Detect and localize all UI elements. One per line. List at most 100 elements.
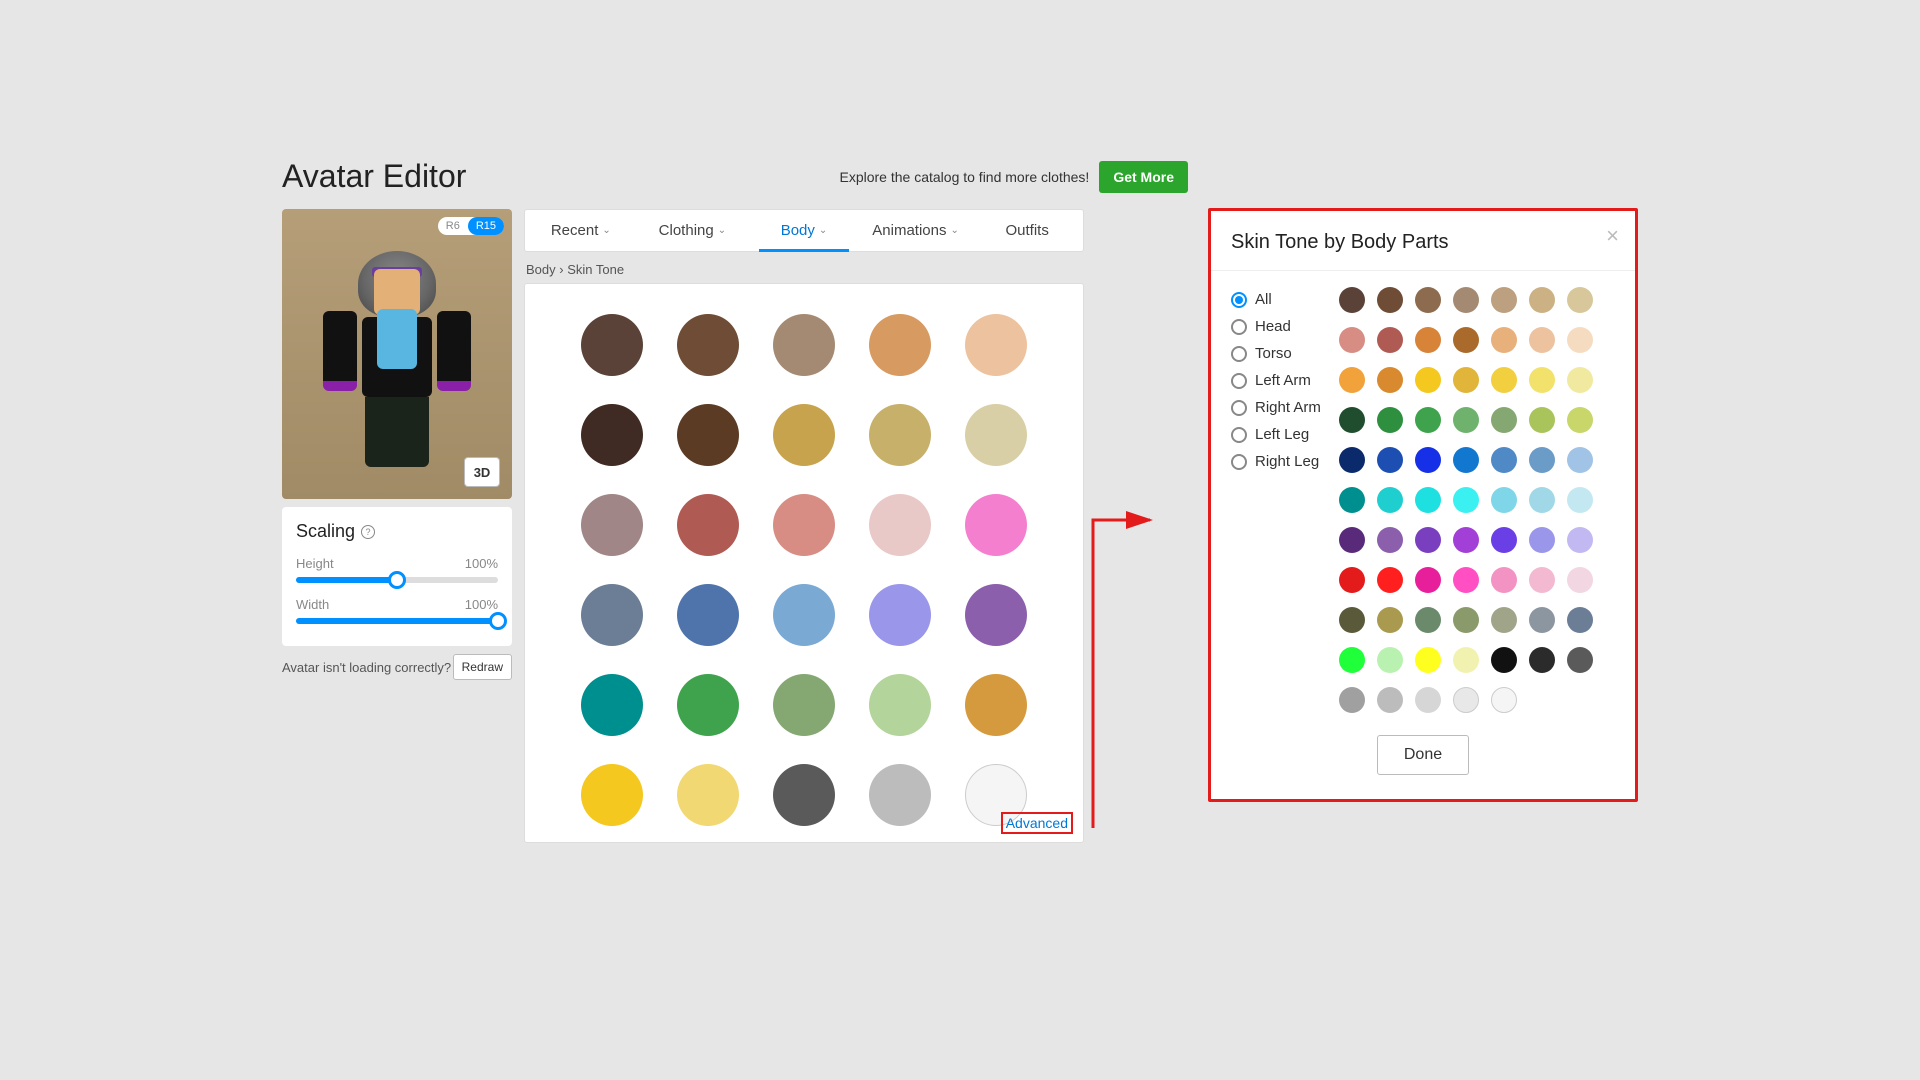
advanced-skin-tone-swatch[interactable] <box>1491 647 1517 673</box>
skin-tone-swatch[interactable] <box>773 674 835 736</box>
advanced-skin-tone-swatch[interactable] <box>1339 447 1365 473</box>
advanced-skin-tone-swatch[interactable] <box>1415 327 1441 353</box>
body-part-radio-right-arm[interactable]: Right Arm <box>1231 399 1321 416</box>
advanced-skin-tone-swatch[interactable] <box>1339 287 1365 313</box>
skin-tone-swatch[interactable] <box>581 764 643 826</box>
advanced-skin-tone-swatch[interactable] <box>1491 687 1517 713</box>
skin-tone-swatch[interactable] <box>965 674 1027 736</box>
advanced-skin-tone-swatch[interactable] <box>1339 327 1365 353</box>
skin-tone-swatch[interactable] <box>581 674 643 736</box>
skin-tone-swatch[interactable] <box>965 494 1027 556</box>
advanced-skin-tone-swatch[interactable] <box>1453 607 1479 633</box>
redraw-button[interactable]: Redraw <box>453 654 512 680</box>
skin-tone-swatch[interactable] <box>773 494 835 556</box>
height-slider-thumb[interactable] <box>388 571 406 589</box>
advanced-skin-tone-swatch[interactable] <box>1453 327 1479 353</box>
advanced-skin-tone-swatch[interactable] <box>1339 607 1365 633</box>
advanced-skin-tone-swatch[interactable] <box>1491 407 1517 433</box>
advanced-skin-tone-swatch[interactable] <box>1453 367 1479 393</box>
skin-tone-swatch[interactable] <box>965 404 1027 466</box>
skin-tone-swatch[interactable] <box>677 674 739 736</box>
advanced-skin-tone-swatch[interactable] <box>1377 287 1403 313</box>
advanced-skin-tone-swatch[interactable] <box>1339 647 1365 673</box>
advanced-skin-tone-swatch[interactable] <box>1415 607 1441 633</box>
done-button[interactable]: Done <box>1377 735 1469 775</box>
advanced-skin-tone-swatch[interactable] <box>1567 367 1593 393</box>
body-part-radio-left-arm[interactable]: Left Arm <box>1231 372 1321 389</box>
advanced-skin-tone-swatch[interactable] <box>1529 407 1555 433</box>
advanced-skin-tone-swatch[interactable] <box>1529 287 1555 313</box>
advanced-skin-tone-swatch[interactable] <box>1567 647 1593 673</box>
skin-tone-swatch[interactable] <box>581 314 643 376</box>
skin-tone-swatch[interactable] <box>965 314 1027 376</box>
advanced-skin-tone-swatch[interactable] <box>1415 287 1441 313</box>
advanced-skin-tone-swatch[interactable] <box>1339 487 1365 513</box>
skin-tone-swatch[interactable] <box>581 404 643 466</box>
advanced-skin-tone-swatch[interactable] <box>1453 287 1479 313</box>
skin-tone-swatch[interactable] <box>581 584 643 646</box>
advanced-skin-tone-swatch[interactable] <box>1453 647 1479 673</box>
advanced-skin-tone-swatch[interactable] <box>1529 527 1555 553</box>
advanced-skin-tone-swatch[interactable] <box>1567 447 1593 473</box>
advanced-skin-tone-swatch[interactable] <box>1415 527 1441 553</box>
get-more-button[interactable]: Get More <box>1099 161 1188 193</box>
body-part-radio-head[interactable]: Head <box>1231 318 1321 335</box>
info-icon[interactable]: ? <box>361 525 375 539</box>
advanced-skin-tone-swatch[interactable] <box>1529 367 1555 393</box>
width-slider[interactable] <box>296 618 498 624</box>
skin-tone-swatch[interactable] <box>869 674 931 736</box>
advanced-skin-tone-swatch[interactable] <box>1491 447 1517 473</box>
tab-clothing[interactable]: Clothing⌄ <box>637 210 749 251</box>
body-part-radio-torso[interactable]: Torso <box>1231 345 1321 362</box>
advanced-skin-tone-swatch[interactable] <box>1529 487 1555 513</box>
advanced-skin-tone-swatch[interactable] <box>1377 367 1403 393</box>
advanced-skin-tone-swatch[interactable] <box>1415 567 1441 593</box>
advanced-skin-tone-swatch[interactable] <box>1491 287 1517 313</box>
skin-tone-swatch[interactable] <box>869 764 931 826</box>
advanced-skin-tone-swatch[interactable] <box>1529 607 1555 633</box>
rig-r15-pill[interactable]: R15 <box>468 217 504 235</box>
advanced-skin-tone-swatch[interactable] <box>1377 607 1403 633</box>
close-icon[interactable]: × <box>1606 225 1619 247</box>
tab-animations[interactable]: Animations⌄ <box>860 210 972 251</box>
skin-tone-swatch[interactable] <box>869 404 931 466</box>
skin-tone-swatch[interactable] <box>677 584 739 646</box>
advanced-skin-tone-swatch[interactable] <box>1377 567 1403 593</box>
advanced-skin-tone-swatch[interactable] <box>1415 367 1441 393</box>
rig-toggle[interactable]: R6 R15 <box>438 217 504 235</box>
advanced-skin-tone-swatch[interactable] <box>1415 687 1441 713</box>
toggle-3d-button[interactable]: 3D <box>464 457 500 487</box>
skin-tone-swatch[interactable] <box>773 584 835 646</box>
advanced-link[interactable]: Advanced <box>1001 812 1073 834</box>
skin-tone-swatch[interactable] <box>677 764 739 826</box>
advanced-skin-tone-swatch[interactable] <box>1491 527 1517 553</box>
advanced-skin-tone-swatch[interactable] <box>1415 647 1441 673</box>
skin-tone-swatch[interactable] <box>581 494 643 556</box>
advanced-skin-tone-swatch[interactable] <box>1453 567 1479 593</box>
skin-tone-swatch[interactable] <box>869 494 931 556</box>
advanced-skin-tone-swatch[interactable] <box>1529 447 1555 473</box>
advanced-skin-tone-swatch[interactable] <box>1529 327 1555 353</box>
advanced-skin-tone-swatch[interactable] <box>1567 407 1593 433</box>
advanced-skin-tone-swatch[interactable] <box>1339 527 1365 553</box>
advanced-skin-tone-swatch[interactable] <box>1339 687 1365 713</box>
advanced-skin-tone-swatch[interactable] <box>1415 407 1441 433</box>
skin-tone-swatch[interactable] <box>773 314 835 376</box>
advanced-skin-tone-swatch[interactable] <box>1529 647 1555 673</box>
advanced-skin-tone-swatch[interactable] <box>1453 447 1479 473</box>
skin-tone-swatch[interactable] <box>677 494 739 556</box>
advanced-skin-tone-swatch[interactable] <box>1491 327 1517 353</box>
advanced-skin-tone-swatch[interactable] <box>1491 567 1517 593</box>
advanced-skin-tone-swatch[interactable] <box>1453 687 1479 713</box>
advanced-skin-tone-swatch[interactable] <box>1339 407 1365 433</box>
advanced-skin-tone-swatch[interactable] <box>1491 487 1517 513</box>
body-part-radio-all[interactable]: All <box>1231 291 1321 308</box>
advanced-skin-tone-swatch[interactable] <box>1377 687 1403 713</box>
advanced-skin-tone-swatch[interactable] <box>1377 487 1403 513</box>
advanced-skin-tone-swatch[interactable] <box>1377 527 1403 553</box>
advanced-skin-tone-swatch[interactable] <box>1529 567 1555 593</box>
advanced-skin-tone-swatch[interactable] <box>1339 367 1365 393</box>
tab-body[interactable]: Body⌄ <box>748 210 860 251</box>
advanced-skin-tone-swatch[interactable] <box>1567 287 1593 313</box>
advanced-skin-tone-swatch[interactable] <box>1567 607 1593 633</box>
